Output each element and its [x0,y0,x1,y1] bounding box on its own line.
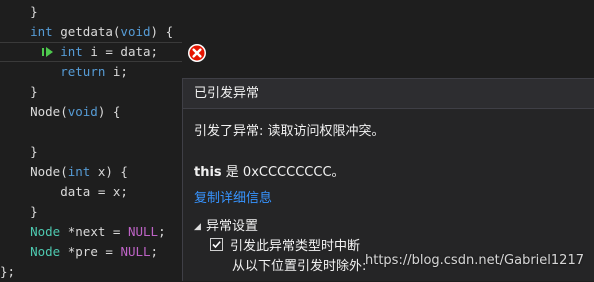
this-keyword: this [194,165,222,180]
exception-helper-popup: 已引发异常 引发了异常: 读取访问权限冲突。 this 是 0xCCCCCCCC… [182,78,594,281]
code-token: Node [30,244,61,259]
code-token: i; [105,64,128,79]
copy-details-link[interactable]: 复制详细信息 [194,190,272,208]
code-token: *next = [60,224,128,239]
code-token: int [30,24,53,39]
code-token: NULL [120,244,151,259]
exception-settings-label: 异常设置 [206,219,259,234]
code-token: Node [30,224,61,239]
this-value-line: this 是 0xCCCCCCCC。 [194,164,345,182]
break-on-exception-label: 引发此异常类型时中断 [230,239,361,254]
code-line: } [0,2,594,22]
code-token: Node( [0,164,68,179]
code-token: x) { [90,164,128,179]
except-when-label: 从以下位置引发时除外: [232,259,367,274]
checkmark-icon [212,241,221,249]
code-token: i = data; [82,44,159,59]
collapse-triangle-icon: ◢ [194,222,201,232]
code-token: ) { [97,104,121,119]
code-token: }; [0,264,16,279]
code-token: NULL [127,224,159,239]
code-token: } [0,204,38,219]
code-token: ; [150,244,159,259]
code-line: int i = data; [0,42,594,62]
break-on-exception-row[interactable]: 引发此异常类型时中断 [210,238,360,256]
code-token: *pre = [60,244,121,259]
code-token: int [67,164,91,179]
code-token: ) { [150,24,174,39]
break-on-exception-checkbox[interactable] [210,238,223,251]
code-token: getdata( [52,24,121,39]
code-token: } [0,4,38,19]
code-token: data = x; [0,184,128,199]
code-token: void [120,24,151,39]
code-token: Node( [0,104,68,119]
popup-header: 已引发异常 [183,79,594,109]
popup-title: 已引发异常 [194,86,260,101]
code-token: } [0,144,38,159]
code-line: int getdata(void) { [0,22,594,42]
this-value-text: 是 0xCCCCCCCC。 [221,165,345,180]
exception-error-icon[interactable] [187,43,207,63]
exception-message: 引发了异常: 读取访问权限冲突。 [194,124,385,139]
code-token: return [60,64,106,79]
watermark-text: https://blog.csdn.net/Gabriel1217 [364,253,584,268]
code-token: void [67,104,98,119]
exception-settings-toggle[interactable]: ◢ 异常设置 [194,218,258,236]
code-token: int [60,44,83,59]
code-token: ; [158,224,166,239]
code-token: } [0,84,38,99]
